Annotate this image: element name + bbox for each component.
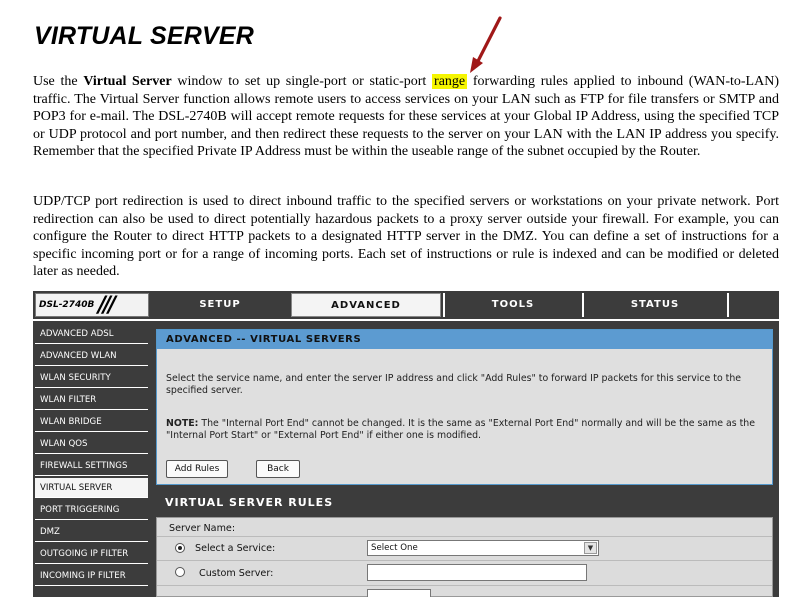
- instructions-text: Select the service name, and enter the s…: [166, 373, 742, 396]
- sidebar-item-firewall-settings[interactable]: FIREWALL SETTINGS: [35, 456, 148, 476]
- sidebar-item-port-triggering[interactable]: PORT TRIGGERING: [35, 500, 148, 520]
- logo-slashes-icon: ///: [98, 293, 116, 318]
- service-select[interactable]: Select One ▼: [367, 540, 599, 556]
- tab-help-partial[interactable]: [727, 293, 779, 317]
- sidebar-item-cut-off[interactable]: [35, 588, 148, 597]
- sidebar-item-wlan-filter[interactable]: WLAN FILTER: [35, 390, 148, 410]
- sidebar-item-advanced-wlan[interactable]: ADVANCED WLAN: [35, 346, 148, 366]
- custom-server-label: Custom Server:: [199, 568, 274, 579]
- select-service-radio[interactable]: [175, 543, 185, 553]
- sidebar-item-wlan-qos[interactable]: WLAN QOS: [35, 434, 148, 454]
- note-label: NOTE:: [166, 418, 199, 429]
- chevron-down-icon: ▼: [584, 542, 597, 554]
- service-select-value: Select One: [371, 543, 418, 553]
- row-divider: [157, 585, 772, 586]
- tab-advanced[interactable]: ADVANCED: [291, 293, 441, 317]
- sidebar-item-wlan-bridge[interactable]: WLAN BRIDGE: [35, 412, 148, 432]
- tab-tools[interactable]: TOOLS: [443, 293, 581, 317]
- custom-server-radio[interactable]: [175, 567, 185, 577]
- page-title: VIRTUAL SERVER: [34, 22, 254, 50]
- red-arrow-annotation: [470, 16, 502, 73]
- select-service-label: Select a Service:: [195, 543, 276, 554]
- main-content: ADVANCED -- VIRTUAL SERVERS Select the s…: [150, 321, 779, 597]
- port-redirection-paragraph: UDP/TCP port redirection is used to dire…: [33, 194, 779, 280]
- note-body: The "Internal Port End" cannot be change…: [166, 418, 756, 441]
- highlighted-word: range: [432, 74, 468, 89]
- sidebar-item-wlan-security[interactable]: WLAN SECURITY: [35, 368, 148, 388]
- bold-term: Virtual Server: [83, 74, 172, 89]
- sidebar: ADVANCED ADSL ADVANCED WLAN WLAN SECURIT…: [33, 321, 150, 597]
- custom-server-input[interactable]: [367, 564, 587, 581]
- add-rules-button[interactable]: Add Rules: [166, 460, 228, 478]
- sidebar-item-outgoing-ip-filter[interactable]: OUTGOING IP FILTER: [35, 544, 148, 564]
- server-ip-input-partial[interactable]: [367, 589, 431, 597]
- sidebar-item-virtual-server[interactable]: VIRTUAL SERVER: [35, 478, 148, 498]
- row-divider: [157, 536, 772, 537]
- tab-status[interactable]: STATUS: [582, 293, 726, 317]
- sidebar-item-incoming-ip-filter[interactable]: INCOMING IP FILTER: [35, 566, 148, 586]
- text-run: Use the: [33, 74, 84, 89]
- sidebar-item-dmz[interactable]: DMZ: [35, 522, 148, 542]
- server-name-label: Server Name:: [169, 523, 236, 534]
- back-button[interactable]: Back: [256, 460, 300, 478]
- sidebar-item-advanced-adsl[interactable]: ADVANCED ADSL: [35, 324, 148, 344]
- virtual-servers-panel: ADVANCED -- VIRTUAL SERVERS Select the s…: [156, 329, 773, 485]
- model-label: DSL-2740B: [39, 300, 95, 310]
- rules-panel: Server Name: Select a Service: Select On…: [156, 517, 773, 597]
- note-text: NOTE: The "Internal Port End" cannot be …: [166, 418, 766, 442]
- row-divider: [157, 560, 772, 561]
- router-screenshot: DSL-2740B /// SETUP ADVANCED TOOLS STATU…: [33, 291, 779, 597]
- text-run: window to set up single-port or static-p…: [171, 74, 433, 89]
- rules-section-title: VIRTUAL SERVER RULES: [150, 491, 779, 515]
- router-logo: DSL-2740B ///: [35, 293, 149, 318]
- intro-paragraph: Use the Virtual Server window to set up …: [33, 73, 779, 161]
- tab-setup[interactable]: SETUP: [151, 293, 289, 317]
- panel-title: ADVANCED -- VIRTUAL SERVERS: [157, 330, 772, 349]
- top-nav-bar: DSL-2740B /// SETUP ADVANCED TOOLS STATU…: [33, 291, 779, 319]
